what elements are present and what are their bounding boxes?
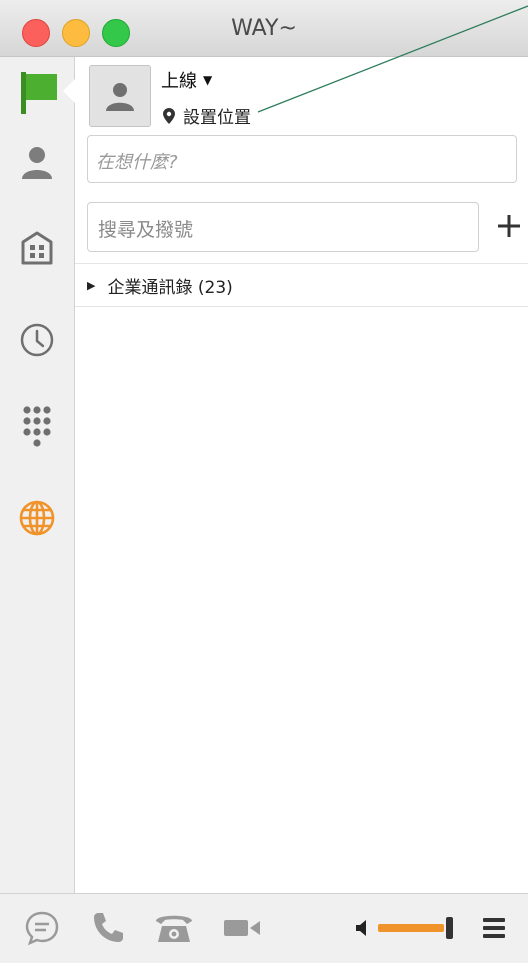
window-title: WAY~ <box>231 16 297 41</box>
sidebar <box>0 57 75 893</box>
avatar[interactable] <box>89 65 151 127</box>
chat-button[interactable] <box>20 908 64 948</box>
menu-button[interactable] <box>474 908 514 948</box>
mood-input[interactable]: 在想什麼? <box>87 135 517 183</box>
bottom-toolbar <box>0 893 528 963</box>
search-dial-input[interactable]: 搜尋及撥號 <box>87 202 479 252</box>
globe-icon <box>19 500 55 536</box>
volume-track <box>377 924 444 932</box>
chat-icon <box>25 911 59 946</box>
video-button[interactable] <box>218 908 266 948</box>
desk-phone-button[interactable] <box>150 908 198 948</box>
set-location-link[interactable]: 設置位置 <box>163 103 251 128</box>
phone-icon <box>94 913 123 942</box>
company-directory-icon <box>21 231 53 265</box>
directory-group-label: 企業通訊錄 (23) <box>107 277 233 298</box>
presence-status-dropdown[interactable]: 上線 ▼ <box>161 67 212 93</box>
speaker-icon <box>355 920 366 936</box>
add-button[interactable] <box>489 203 528 249</box>
main-panel: 上線 ▼ 設置位置 在想什麼? 搜尋及撥號 ▶ 企業通訊錄 (23) <box>75 57 528 893</box>
flag-icon <box>21 72 57 114</box>
location-label: 設置位置 <box>183 108 251 128</box>
location-pin-icon <box>163 107 175 124</box>
clock-history-icon <box>20 323 54 357</box>
volume-slider[interactable] <box>350 908 456 948</box>
divider <box>75 306 528 307</box>
volume-handle[interactable] <box>445 917 453 939</box>
contacts-icon <box>22 147 52 179</box>
desk-phone-icon <box>156 915 192 942</box>
directory-group-row[interactable]: ▶ 企業通訊錄 (23) <box>75 264 528 306</box>
video-icon <box>224 920 260 936</box>
caret-down-icon: ▼ <box>203 73 213 87</box>
profile-header: 上線 ▼ 設置位置 <box>75 57 528 131</box>
call-button[interactable] <box>86 908 130 948</box>
presence-status-label: 上線 <box>161 71 197 92</box>
user-placeholder-icon <box>106 83 134 111</box>
sidebar-item-contacts[interactable] <box>0 127 74 197</box>
sidebar-item-dialpad[interactable] <box>0 395 74 465</box>
sidebar-item-status[interactable] <box>0 57 75 127</box>
dialpad-icon <box>23 406 51 447</box>
sidebar-item-web[interactable] <box>0 483 74 553</box>
menu-icon <box>483 918 505 938</box>
expand-triangle-icon: ▶ <box>87 278 96 292</box>
plus-icon <box>498 215 520 237</box>
sidebar-item-history[interactable] <box>0 305 74 375</box>
title-bar: WAY~ <box>0 0 528 57</box>
sidebar-item-company[interactable] <box>0 213 74 283</box>
